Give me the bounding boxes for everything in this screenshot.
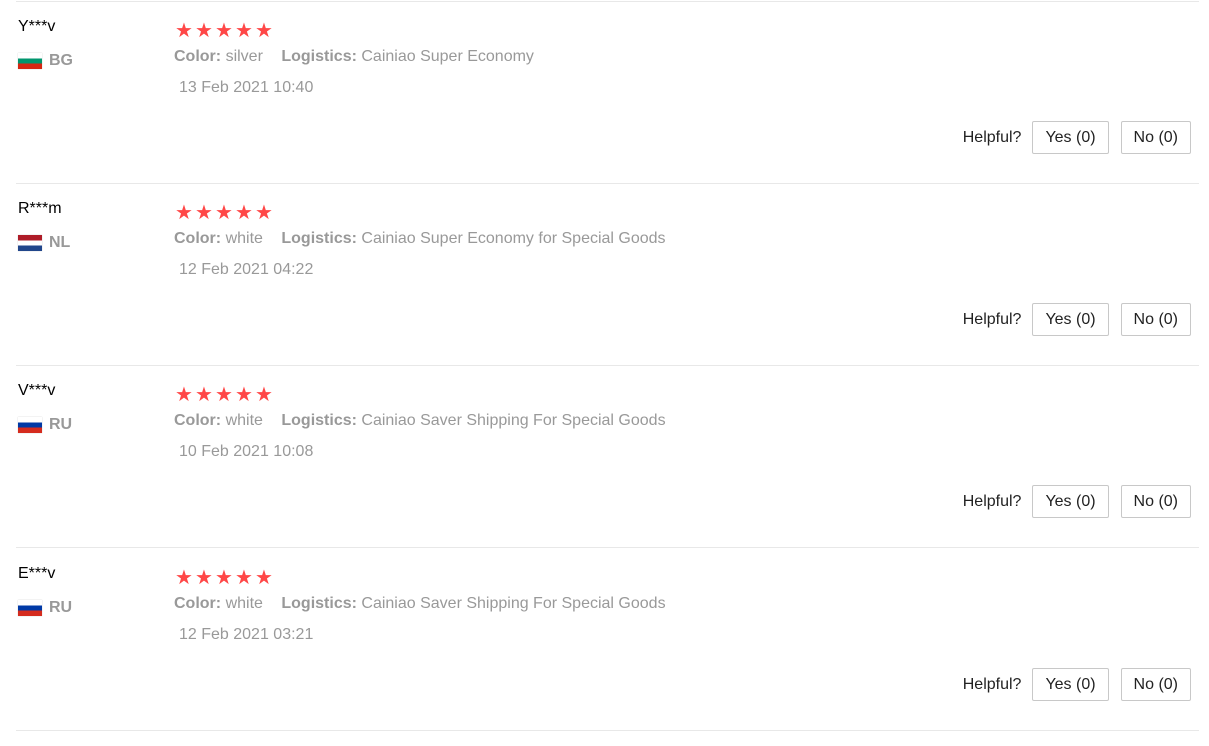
star-icon: ★ xyxy=(195,20,213,42)
helpful-label: Helpful? xyxy=(962,675,1022,693)
star-rating: ★ ★ ★ ★ ★ xyxy=(174,568,274,588)
review-meta: Color: white Logistics: Cainiao Saver Sh… xyxy=(174,595,666,613)
star-rating: ★ ★ ★ ★ ★ xyxy=(174,203,274,223)
review-item: Y***v BG ★ ★ ★ ★ ★ Color: silver Logisti… xyxy=(16,2,1199,184)
star-icon: ★ xyxy=(175,202,193,224)
reviewer-country: RU xyxy=(18,415,72,435)
star-icon: ★ xyxy=(235,384,253,406)
helpful-controls: Helpful? Yes (0) No (0) xyxy=(963,485,1199,518)
review-meta: Color: silver Logistics: Cainiao Super E… xyxy=(174,48,534,66)
review-meta: Color: white Logistics: Cainiao Saver Sh… xyxy=(174,412,666,430)
country-code: RU xyxy=(49,599,73,616)
helpful-label: Helpful? xyxy=(962,310,1022,328)
star-icon: ★ xyxy=(215,202,233,224)
bulgaria-flag-icon xyxy=(18,53,42,69)
helpful-yes-button[interactable]: Yes (0) xyxy=(1032,485,1109,518)
star-icon: ★ xyxy=(235,567,253,589)
color-label: Color: xyxy=(174,595,222,612)
helpful-yes-button[interactable]: Yes (0) xyxy=(1032,303,1109,336)
review-date: 10 Feb 2021 10:08 xyxy=(179,443,314,460)
logistics-value: Cainiao Saver Shipping For Special Goods xyxy=(361,595,666,612)
review-item: E***v RU ★ ★ ★ ★ ★ Color: white Logistic… xyxy=(16,549,1199,731)
helpful-no-button[interactable]: No (0) xyxy=(1120,303,1191,336)
helpful-no-button[interactable]: No (0) xyxy=(1120,668,1191,701)
review-date: 13 Feb 2021 10:40 xyxy=(179,79,314,96)
russia-flag-icon xyxy=(18,417,42,433)
russia-flag-icon xyxy=(18,600,42,616)
helpful-controls: Helpful? Yes (0) No (0) xyxy=(963,121,1199,154)
helpful-label: Helpful? xyxy=(962,128,1022,146)
logistics-value: Cainiao Super Economy for Special Goods xyxy=(361,230,666,247)
review-date: 12 Feb 2021 03:21 xyxy=(179,626,314,643)
color-label: Color: xyxy=(174,230,222,247)
helpful-no-button[interactable]: No (0) xyxy=(1120,121,1191,154)
star-icon: ★ xyxy=(175,384,193,406)
star-icon: ★ xyxy=(255,20,273,42)
reviewer-name: V***v xyxy=(18,382,56,399)
star-icon: ★ xyxy=(175,20,193,42)
color-label: Color: xyxy=(174,48,222,65)
star-icon: ★ xyxy=(175,567,193,589)
reviewer-country: NL xyxy=(18,233,70,253)
review-meta: Color: white Logistics: Cainiao Super Ec… xyxy=(174,230,666,248)
star-icon: ★ xyxy=(255,567,273,589)
star-icon: ★ xyxy=(215,20,233,42)
reviewer-country: BG xyxy=(18,51,73,71)
helpful-controls: Helpful? Yes (0) No (0) xyxy=(963,668,1199,701)
logistics-label: Logistics: xyxy=(281,230,357,247)
star-icon: ★ xyxy=(235,202,253,224)
helpful-yes-button[interactable]: Yes (0) xyxy=(1032,668,1109,701)
color-value: white xyxy=(225,230,263,247)
star-icon: ★ xyxy=(215,567,233,589)
star-icon: ★ xyxy=(195,384,213,406)
review-item: R***m NL ★ ★ ★ ★ ★ Color: white Logistic… xyxy=(16,184,1199,366)
reviewer-name: E***v xyxy=(18,565,56,582)
reviewer-name: Y***v xyxy=(18,18,56,35)
reviewer-name: R***m xyxy=(18,200,62,217)
logistics-label: Logistics: xyxy=(281,595,357,612)
star-icon: ★ xyxy=(235,20,253,42)
star-rating: ★ ★ ★ ★ ★ xyxy=(174,21,274,41)
logistics-label: Logistics: xyxy=(281,48,357,65)
country-code: NL xyxy=(49,234,71,251)
star-icon: ★ xyxy=(195,567,213,589)
logistics-label: Logistics: xyxy=(281,412,357,429)
helpful-yes-button[interactable]: Yes (0) xyxy=(1032,121,1109,154)
color-value: silver xyxy=(225,48,263,65)
netherlands-flag-icon xyxy=(18,235,42,251)
color-label: Color: xyxy=(174,412,222,429)
helpful-label: Helpful? xyxy=(962,492,1022,510)
review-date: 12 Feb 2021 04:22 xyxy=(179,261,314,278)
logistics-value: Cainiao Saver Shipping For Special Goods xyxy=(361,412,666,429)
logistics-value: Cainiao Super Economy xyxy=(361,48,534,65)
helpful-controls: Helpful? Yes (0) No (0) xyxy=(963,303,1199,336)
star-icon: ★ xyxy=(215,384,233,406)
helpful-no-button[interactable]: No (0) xyxy=(1120,485,1191,518)
color-value: white xyxy=(225,412,263,429)
star-rating: ★ ★ ★ ★ ★ xyxy=(174,385,274,405)
review-item: V***v RU ★ ★ ★ ★ ★ Color: white Logistic… xyxy=(16,366,1199,548)
star-icon: ★ xyxy=(195,202,213,224)
star-icon: ★ xyxy=(255,202,273,224)
color-value: white xyxy=(225,595,263,612)
star-icon: ★ xyxy=(255,384,273,406)
country-code: RU xyxy=(49,416,73,433)
reviewer-country: RU xyxy=(18,598,72,618)
country-code: BG xyxy=(49,52,73,69)
